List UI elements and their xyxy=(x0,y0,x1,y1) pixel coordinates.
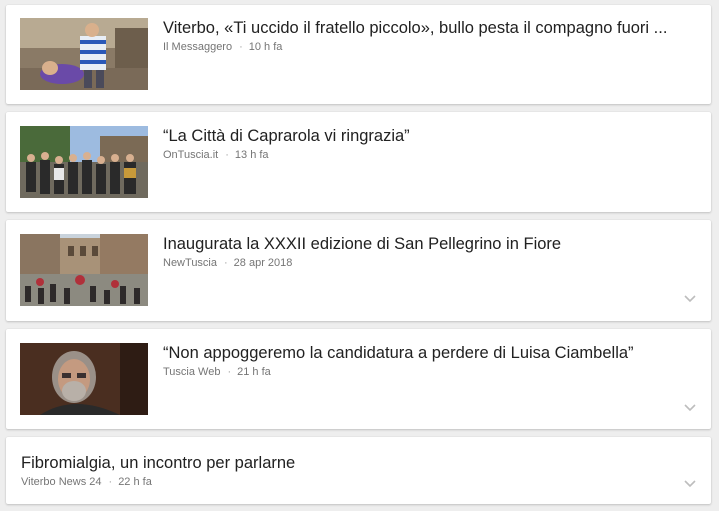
story-thumbnail[interactable] xyxy=(20,343,148,415)
story-headline[interactable]: “La Città di Caprarola vi ringrazia” xyxy=(163,126,693,146)
story-thumbnail[interactable] xyxy=(20,234,148,306)
story-source: Viterbo News 24 xyxy=(21,476,102,488)
story-time: 13 h fa xyxy=(234,149,269,161)
story-meta: Il Messaggero · 10 h fa xyxy=(163,40,282,54)
story-card[interactable]: “Non appoggeremo la candidatura a perder… xyxy=(6,329,711,429)
story-headline[interactable]: “Non appoggeremo la candidatura a perder… xyxy=(163,343,693,363)
meta-separator: · xyxy=(239,41,243,53)
story-thumbnail[interactable] xyxy=(20,126,148,198)
story-source: NewTuscia xyxy=(163,257,217,269)
chevron-down-icon[interactable] xyxy=(683,294,697,303)
story-headline[interactable]: Inaugurata la XXXII edizione di San Pell… xyxy=(163,234,693,254)
story-card[interactable]: Viterbo, «Ti uccido il fratello piccolo»… xyxy=(6,5,711,104)
meta-separator: · xyxy=(108,476,113,488)
story-headline[interactable]: Fibromialgia, un incontro per parlarne xyxy=(21,453,681,473)
story-card[interactable]: Fibromialgia, un incontro per parlarne V… xyxy=(6,437,711,504)
story-meta: NewTuscia · 28 apr 2018 xyxy=(163,256,292,270)
story-card[interactable]: Inaugurata la XXXII edizione di San Pell… xyxy=(6,220,711,321)
story-thumbnail[interactable] xyxy=(20,18,148,90)
story-time: 21 h fa xyxy=(237,366,271,378)
story-meta: Viterbo News 24 · 22 h fa xyxy=(21,475,152,489)
story-time: 10 h fa xyxy=(248,41,283,53)
story-meta: OnTuscia.it · 13 h fa xyxy=(163,148,269,162)
story-time: 28 apr 2018 xyxy=(233,257,293,269)
story-time: 22 h fa xyxy=(118,476,152,488)
story-headline[interactable]: Viterbo, «Ti uccido il fratello piccolo»… xyxy=(163,18,693,38)
meta-separator: · xyxy=(225,149,229,161)
story-source: OnTuscia.it xyxy=(163,149,219,161)
story-card[interactable]: “La Città di Caprarola vi ringrazia” OnT… xyxy=(6,112,711,212)
chevron-down-icon[interactable] xyxy=(683,479,697,488)
meta-separator: · xyxy=(224,257,228,269)
story-source: Tuscia Web xyxy=(163,366,221,378)
story-source: Il Messaggero xyxy=(163,41,233,53)
chevron-down-icon[interactable] xyxy=(683,403,697,412)
story-meta: Tuscia Web · 21 h fa xyxy=(163,365,271,379)
meta-separator: · xyxy=(227,366,232,378)
